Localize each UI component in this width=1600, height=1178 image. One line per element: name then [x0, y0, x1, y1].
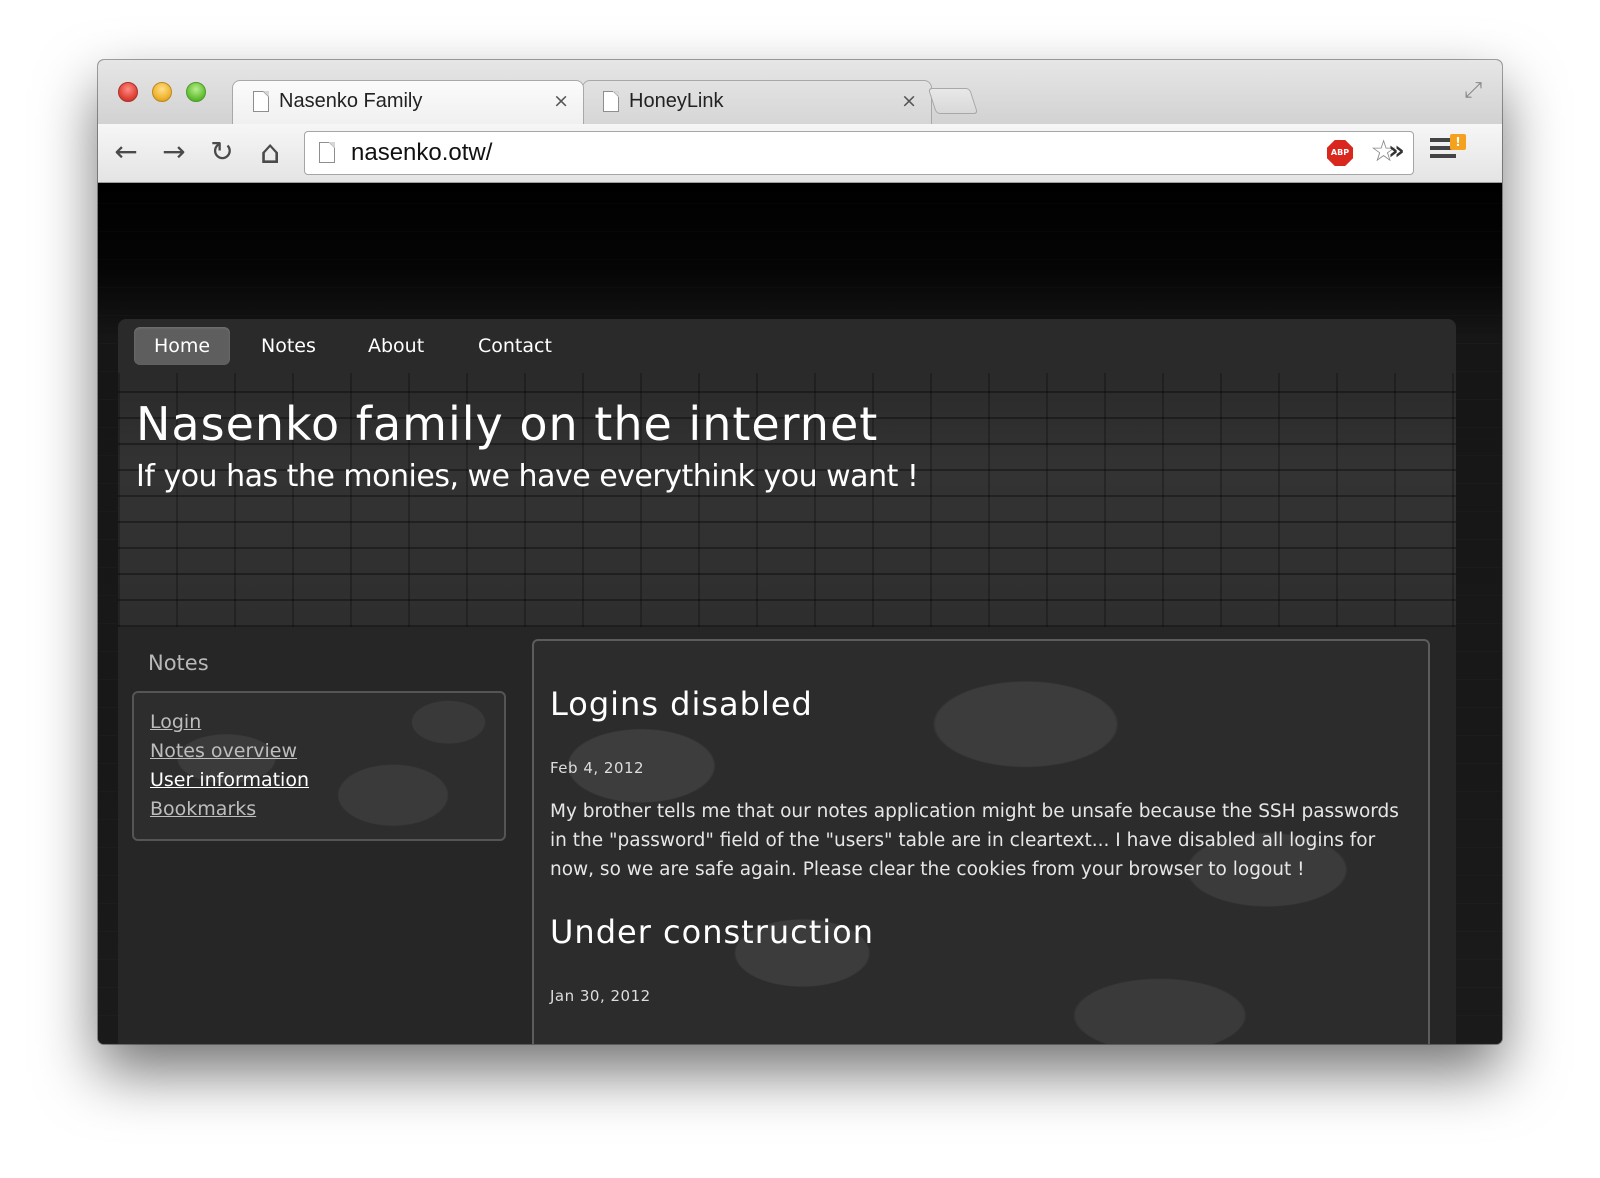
sidebar-link-user-information[interactable]: User information [150, 769, 309, 791]
sidebar-link-login[interactable]: Login [150, 711, 201, 733]
nav-contact[interactable]: Contact [458, 327, 572, 365]
page-viewport: Home Notes About Contact Nasenko family … [98, 183, 1502, 1044]
update-warning-icon: ! [1450, 134, 1466, 150]
site-container: Home Notes About Contact Nasenko family … [118, 319, 1456, 1044]
tab-nasenko-family[interactable]: Nasenko Family × [232, 80, 584, 124]
tab-title: Nasenko Family [279, 90, 423, 112]
back-icon[interactable]: ← [108, 134, 144, 170]
browser-toolbar: ← → ↻ ⌂ nasenko.otw/ ABP ☆ » ! [98, 124, 1502, 183]
url-text[interactable]: nasenko.otw/ [351, 139, 492, 167]
sidebar-title: Notes [148, 651, 209, 675]
browser-window: Nasenko Family × HoneyLink × ⤢ ← → ↻ ⌂ n… [98, 60, 1502, 1044]
sidebar-links: Login Notes overview User information Bo… [132, 691, 506, 841]
post-date: Jan 30, 2012 [550, 987, 651, 1005]
site-navigation: Home Notes About Contact [118, 319, 1456, 373]
post-title: Under construction [550, 913, 875, 951]
page-icon [319, 142, 335, 163]
tab-honeylink[interactable]: HoneyLink × [582, 80, 932, 124]
page-icon [603, 91, 619, 112]
title-bar: Nasenko Family × HoneyLink × ⤢ [98, 60, 1502, 124]
zoom-window-button[interactable] [186, 82, 206, 102]
tab-title: HoneyLink [629, 90, 724, 112]
nav-home[interactable]: Home [134, 327, 231, 365]
close-window-button[interactable] [118, 82, 138, 102]
menu-icon[interactable]: ! [1430, 134, 1466, 164]
nav-about[interactable]: About [348, 327, 444, 365]
address-bar[interactable]: nasenko.otw/ ABP ☆ [304, 131, 1414, 175]
extensions-overflow-icon[interactable]: » [1388, 136, 1405, 166]
reload-icon[interactable]: ↻ [204, 134, 240, 170]
tab-close-icon[interactable]: × [553, 90, 569, 112]
nav-notes[interactable]: Notes [241, 327, 336, 365]
post-date: Feb 4, 2012 [550, 759, 645, 777]
sidebar-link-notes-overview[interactable]: Notes overview [150, 740, 297, 762]
fullscreen-icon[interactable]: ⤢ [1464, 78, 1482, 103]
sidebar-link-bookmarks[interactable]: Bookmarks [150, 798, 256, 820]
forward-icon[interactable]: → [156, 134, 192, 170]
home-icon[interactable]: ⌂ [252, 134, 288, 170]
content-area: Notes Login Notes overview User informat… [118, 627, 1456, 1044]
post-body: My brother tells me that our notes appli… [550, 801, 1399, 880]
site-subtitle: If you has the monies, we have everythin… [136, 459, 919, 494]
new-tab-button[interactable] [927, 88, 979, 114]
post-title: Logins disabled [550, 685, 813, 723]
minimize-window-button[interactable] [152, 82, 172, 102]
site-banner: Nasenko family on the internet If you ha… [118, 373, 1456, 627]
site-title: Nasenko family on the internet [136, 397, 879, 451]
adblock-icon[interactable]: ABP [1327, 140, 1353, 166]
page-icon [253, 91, 269, 112]
posts-panel: Logins disabled Feb 4, 2012 My brother t… [532, 639, 1430, 1044]
tab-close-icon[interactable]: × [901, 90, 917, 112]
